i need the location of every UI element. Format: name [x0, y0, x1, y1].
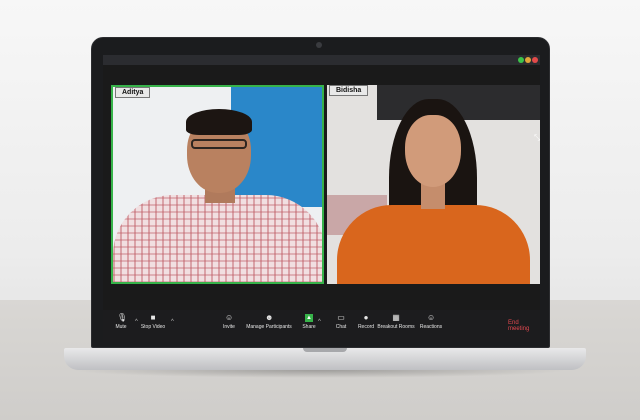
- webcam: [316, 42, 322, 48]
- chat-bubble-icon: ▭: [337, 313, 345, 322]
- participant-video-glasses: [191, 139, 247, 149]
- breakout-rooms-label: Breakout Rooms: [377, 324, 415, 330]
- share-label: Share: [302, 324, 316, 330]
- add-person-icon: ☺: [225, 313, 234, 322]
- video-camera-icon: ■: [150, 313, 156, 322]
- share-screen-icon: ▲: [305, 314, 313, 322]
- laptop-base: [64, 348, 586, 370]
- manage-participants-label: Manage Participants: [246, 324, 292, 330]
- participant-tile-aditya[interactable]: Aditya: [111, 85, 324, 284]
- window-titlebar: [103, 55, 540, 65]
- chat-label: Chat: [335, 324, 347, 330]
- end-meeting-button[interactable]: End meeting: [508, 320, 540, 332]
- record-icon: ●: [363, 313, 369, 322]
- participant-video-hair: [186, 109, 252, 135]
- laptop-screen: Aditya Bidisha ⤡ 🎙 Mute ^ ■ Stop Video ^…: [103, 55, 540, 342]
- window-maximize-dot[interactable]: [518, 57, 524, 63]
- reactions-button[interactable]: ☺ Reactions: [411, 314, 451, 331]
- video-stage: Aditya Bidisha ⤡: [103, 65, 540, 310]
- emoji-icon: ☺: [427, 313, 436, 322]
- participant-video: [337, 205, 530, 284]
- participant-video-face: [405, 115, 461, 187]
- mute-label: Mute: [115, 324, 127, 330]
- expand-icon[interactable]: ⤡: [534, 133, 540, 143]
- participant-name-tag: Aditya: [115, 87, 151, 98]
- participant-name-tag: Bidisha: [329, 85, 369, 96]
- invite-label: Invite: [223, 324, 235, 330]
- stop-video-label: Stop Video: [140, 324, 166, 330]
- reactions-label: Reactions: [419, 324, 443, 330]
- chevron-up-icon[interactable]: ^: [171, 319, 174, 325]
- grid-icon: ▦: [392, 313, 400, 322]
- microphone-icon: 🎙: [117, 313, 128, 322]
- participants-icon: ☻: [265, 313, 274, 322]
- laptop-opening-notch: [303, 348, 347, 352]
- window-close-dot[interactable]: [532, 57, 538, 63]
- stop-video-button[interactable]: ■ Stop Video: [133, 314, 173, 331]
- window-minimize-dot[interactable]: [525, 57, 531, 63]
- participant-video: [113, 195, 322, 282]
- meeting-toolbar: 🎙 Mute ^ ■ Stop Video ^ ☺ Invite ☻ Manag…: [103, 310, 540, 342]
- laptop-lid: Aditya Bidisha ⤡ 🎙 Mute ^ ■ Stop Video ^…: [91, 37, 550, 348]
- participant-tile-bidisha[interactable]: Bidisha: [327, 85, 540, 284]
